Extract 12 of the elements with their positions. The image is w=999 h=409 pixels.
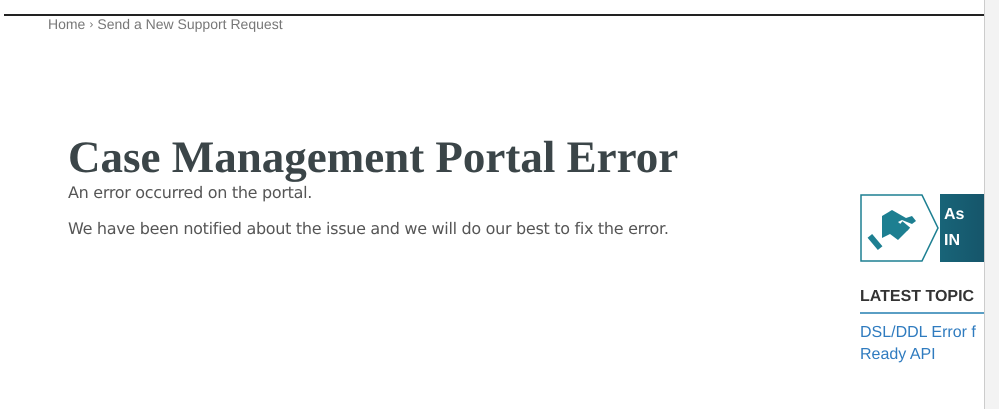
banner[interactable]: As IN: [860, 194, 984, 262]
topic-link[interactable]: DSL/DDL Error f: [860, 322, 984, 344]
page-title: Case Management Portal Error: [68, 132, 678, 182]
section-heading: LATEST TOPIC: [860, 288, 984, 314]
banner-text: IN: [944, 231, 961, 251]
message-text: We have been notified about the issue and we will do our best to fix the error.: [68, 218, 670, 240]
banner-text: As: [944, 205, 964, 225]
message-text: An error occurred on the portal.: [68, 182, 314, 204]
breadcrumb-link[interactable]: Send a New Support Request: [97, 16, 283, 32]
breadcrumb-link[interactable]: Home: [48, 16, 86, 32]
topic-link[interactable]: Ready API: [860, 344, 984, 366]
breadcrumb-separator: ›: [89, 16, 94, 32]
